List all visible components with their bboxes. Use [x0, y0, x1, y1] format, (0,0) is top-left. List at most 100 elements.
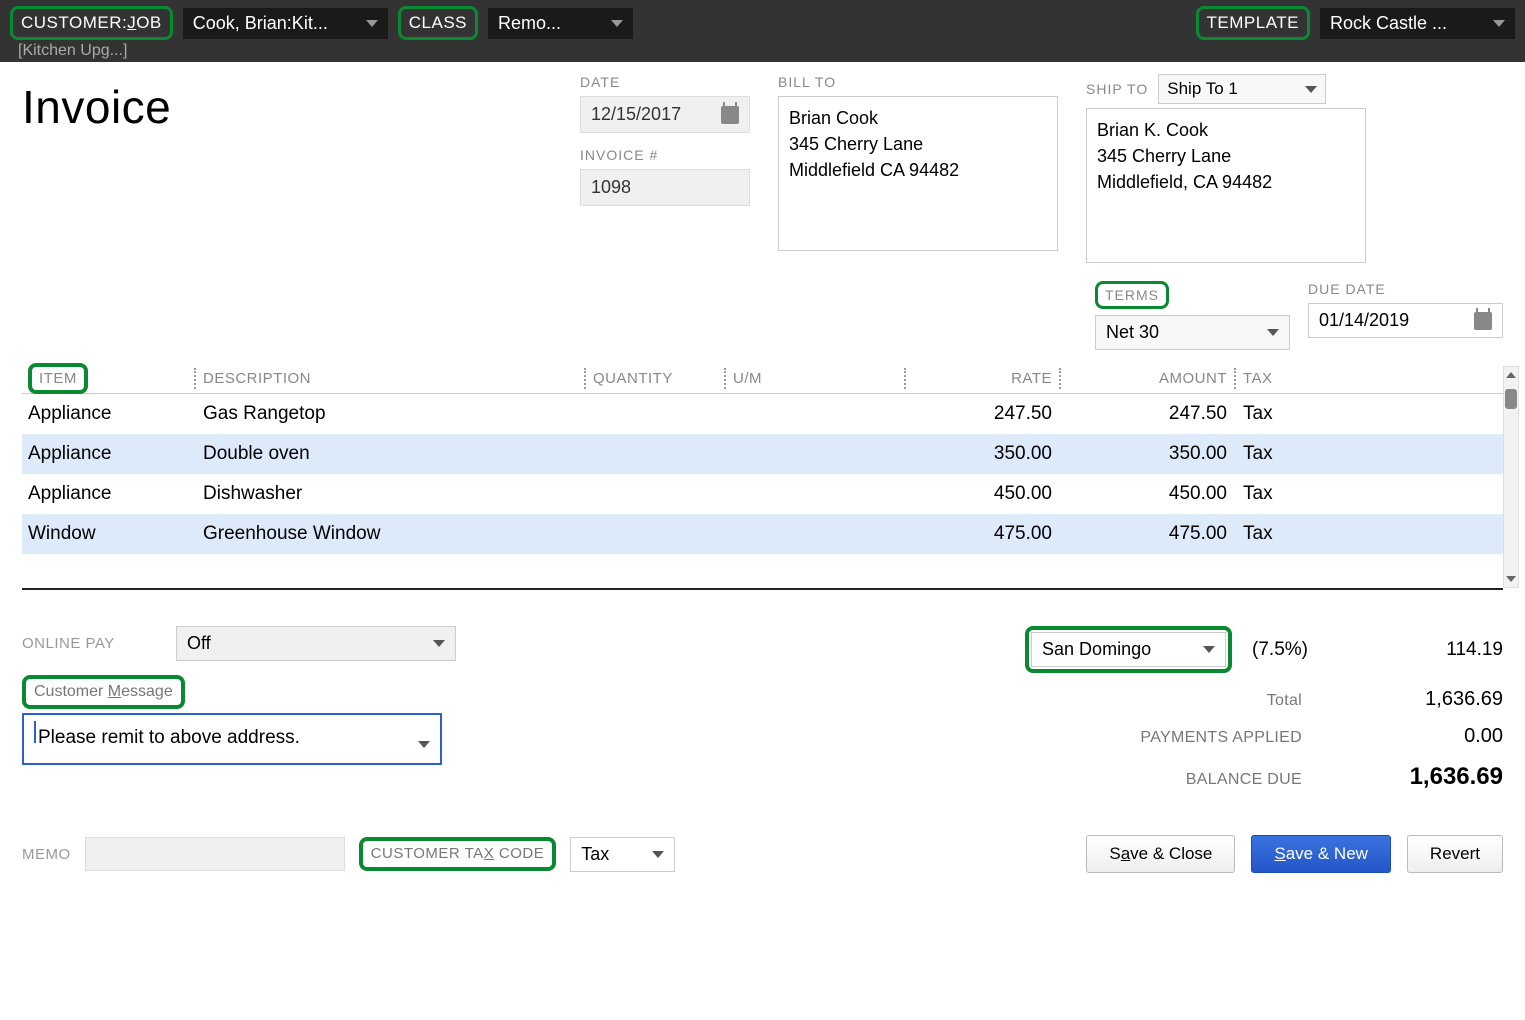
balance-due-label: BALANCE DUE	[1022, 765, 1302, 795]
total-value: 1,636.69	[1328, 681, 1503, 718]
table-row-empty[interactable]	[22, 554, 1503, 588]
tax-amount: 114.19	[1328, 639, 1503, 661]
cell-amount[interactable]: 450.00	[1062, 477, 1237, 511]
cell-description[interactable]: Gas Rangetop	[197, 397, 587, 431]
customer-message-label: Customer Message	[22, 675, 185, 709]
table-body: ApplianceGas Rangetop247.50247.50TaxAppl…	[22, 394, 1503, 588]
template-label: TEMPLATE	[1196, 6, 1310, 40]
cell-amount[interactable]: 350.00	[1062, 437, 1237, 471]
table-row[interactable]: ApplianceDishwasher450.00450.00Tax	[22, 474, 1503, 514]
column-tax: TAX	[1243, 370, 1273, 387]
cell-rate[interactable]: 247.50	[907, 397, 1062, 431]
ship-to-dropdown[interactable]: Ship To 1	[1158, 74, 1326, 104]
invoice-number-input[interactable]: 1098	[580, 169, 750, 206]
footer-row: MEMO CUSTOMER TAX CODE Tax Save & Close …	[22, 835, 1503, 873]
balance-due-value: 1,636.69	[1328, 755, 1503, 799]
caret-down-icon	[1305, 86, 1317, 93]
terms-value: Net 30	[1106, 322, 1159, 343]
column-item: ITEM	[28, 363, 88, 394]
save-new-button[interactable]: Save & New	[1251, 835, 1391, 873]
ship-to-address[interactable]: Brian K. Cook 345 Cherry Lane Middlefiel…	[1086, 108, 1366, 263]
online-pay-dropdown[interactable]: Off	[176, 626, 456, 661]
invoice-number-label: INVOICE #	[580, 147, 750, 163]
table-row[interactable]: ApplianceDouble oven350.00350.00Tax	[22, 434, 1503, 474]
cell-tax[interactable]: Tax	[1237, 477, 1503, 511]
tax-item-dropdown[interactable]: San Domingo	[1031, 632, 1226, 667]
save-close-button[interactable]: Save & Close	[1086, 835, 1235, 873]
table-row[interactable]: ApplianceGas Rangetop247.50247.50Tax	[22, 394, 1503, 434]
cell-description[interactable]: Double oven	[197, 437, 587, 471]
date-block: DATE 12/15/2017 INVOICE # 1098	[580, 74, 750, 206]
cell-quantity[interactable]	[587, 408, 727, 420]
class-label: CLASS	[398, 6, 478, 40]
caret-down-icon	[366, 20, 378, 27]
cell-item[interactable]: Appliance	[22, 437, 197, 471]
cell-tax[interactable]: Tax	[1237, 517, 1503, 551]
caret-down-icon	[433, 640, 445, 647]
cell-amount[interactable]: 475.00	[1062, 517, 1237, 551]
column-um: U/M	[733, 370, 762, 387]
cell-rate[interactable]: 350.00	[907, 437, 1062, 471]
bill-to-address[interactable]: Brian Cook 345 Cherry Lane Middlefield C…	[778, 96, 1058, 251]
revert-button[interactable]: Revert	[1407, 835, 1503, 873]
template-value: Rock Castle ...	[1330, 13, 1447, 34]
cell-description[interactable]: Greenhouse Window	[197, 517, 587, 551]
due-date-label: DUE DATE	[1308, 281, 1503, 297]
caret-down-icon	[652, 851, 664, 858]
cell-rate[interactable]: 475.00	[907, 517, 1062, 551]
calendar-icon[interactable]	[1474, 312, 1492, 330]
bill-to-block: BILL TO Brian Cook 345 Cherry Lane Middl…	[778, 74, 1058, 251]
tax-item-value: San Domingo	[1042, 639, 1151, 660]
tax-percent: (7.5%)	[1252, 639, 1308, 661]
template-dropdown[interactable]: Rock Castle ...	[1320, 8, 1515, 39]
cell-amount[interactable]: 247.50	[1062, 397, 1237, 431]
cell-um[interactable]	[727, 408, 907, 420]
date-value: 12/15/2017	[591, 104, 681, 125]
cell-description[interactable]: Dishwasher	[197, 477, 587, 511]
caret-down-icon	[1203, 646, 1215, 653]
terms-label: TERMS	[1095, 281, 1169, 309]
customer-message-dropdown[interactable]: Please remit to above address.	[22, 713, 442, 765]
customer-job-dropdown[interactable]: Cook, Brian:Kit...	[183, 8, 388, 39]
ship-to-block: SHIP TO Ship To 1 Brian K. Cook 345 Cher…	[1086, 74, 1366, 263]
cell-rate[interactable]: 450.00	[907, 477, 1062, 511]
cell-item[interactable]: Appliance	[22, 397, 197, 431]
class-dropdown[interactable]: Remo...	[488, 8, 633, 39]
date-label: DATE	[580, 74, 750, 90]
cell-tax[interactable]: Tax	[1237, 397, 1503, 431]
terms-dropdown[interactable]: Net 30	[1095, 315, 1290, 350]
page-title: Invoice	[22, 74, 552, 134]
calendar-icon[interactable]	[721, 106, 739, 124]
caret-down-icon	[1493, 20, 1505, 27]
cell-tax[interactable]: Tax	[1237, 437, 1503, 471]
due-date-input[interactable]: 01/14/2019	[1308, 303, 1503, 338]
scroll-down-icon[interactable]	[1506, 576, 1516, 582]
date-input[interactable]: 12/15/2017	[580, 96, 750, 133]
class-value: Remo...	[498, 13, 561, 34]
top-toolbar: CUSTOMER:JOB Cook, Brian:Kit... CLASS Re…	[0, 0, 1525, 62]
cell-quantity[interactable]	[587, 528, 727, 540]
caret-down-icon	[418, 741, 430, 748]
cell-quantity[interactable]	[587, 448, 727, 460]
cell-item[interactable]: Appliance	[22, 477, 197, 511]
caret-down-icon	[1267, 329, 1279, 336]
scroll-thumb[interactable]	[1505, 389, 1517, 409]
customer-tax-code-dropdown[interactable]: Tax	[570, 837, 675, 872]
scrollbar[interactable]	[1503, 366, 1519, 588]
invoice-header: Invoice DATE 12/15/2017 INVOICE # 1098 B…	[22, 74, 1503, 263]
cell-um[interactable]	[727, 448, 907, 460]
cell-quantity[interactable]	[587, 488, 727, 500]
cell-um[interactable]	[727, 528, 907, 540]
table-row[interactable]: WindowGreenhouse Window475.00475.00Tax	[22, 514, 1503, 554]
cell-um[interactable]	[727, 488, 907, 500]
cell-item[interactable]: Window	[22, 517, 197, 551]
total-label: Total	[1022, 686, 1302, 716]
scroll-up-icon[interactable]	[1506, 372, 1516, 378]
ship-to-select-value: Ship To 1	[1167, 79, 1238, 99]
caret-down-icon	[611, 20, 623, 27]
bottom-section: ONLINE PAY Off Customer Message Please r…	[22, 626, 1503, 799]
line-items-table: ITEM DESCRIPTION QUANTITY U/M RATE AMOUN…	[22, 364, 1503, 590]
memo-input[interactable]	[85, 837, 345, 871]
customer-job-subtext: [Kitchen Upg...]	[10, 42, 633, 60]
online-pay-value: Off	[187, 633, 211, 654]
